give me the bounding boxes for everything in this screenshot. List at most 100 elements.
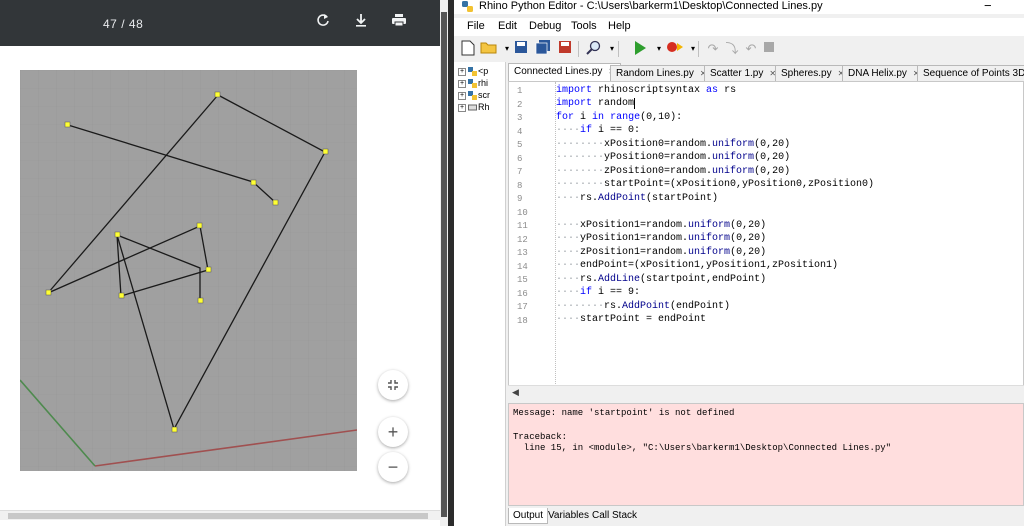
line-number: 4 [517,127,523,137]
stop-icon[interactable] [760,40,778,58]
minimize-button[interactable]: − [984,0,992,13]
toolbar: ▾ ▾ ▾ ▾ ↷ ⤵ ↶ [454,36,1024,62]
code-horizontal-scrollbar[interactable]: ◀ [508,385,1024,399]
error-message: Message: name 'startpoint' is not define… [513,408,735,418]
tree-item[interactable]: + Rh [458,102,490,114]
module-tree: + <p + rhi + scr + Rh [454,62,506,526]
run-icon[interactable] [631,40,649,58]
rotate-icon[interactable] [312,12,334,34]
new-file-icon[interactable] [459,40,477,58]
expand-icon[interactable]: + [458,103,466,112]
menu-help[interactable]: Help [608,20,631,32]
python-logo-icon [468,67,477,77]
code-line: ····xPosition1=random.uniform(0,20) [556,220,767,231]
zoom-out-icon: − [387,457,399,477]
tab-connected-lines[interactable]: Connected Lines.py✕ [508,63,622,81]
code-line: ····zPosition1=random.uniform(0,20) [556,247,767,258]
download-icon[interactable] [350,12,372,34]
tree-item[interactable]: + scr [458,90,490,102]
code-line: for i in range(0,10): [556,112,683,123]
fit-page-icon [387,375,399,395]
tab-output[interactable]: Output [508,508,549,524]
tab-spheres[interactable]: Spheres.py ✕ [775,65,851,81]
save-all-icon[interactable] [534,40,552,58]
zoom-out-button[interactable]: − [378,452,408,482]
fit-page-button[interactable] [378,370,408,400]
toolbar-separator [698,41,699,57]
tree-item[interactable]: + rhi [458,78,488,90]
menu-bar: File Edit Debug Tools Help [454,18,1024,36]
python-logo-icon [468,91,477,101]
traceback-line: line 15, in <module>, "C:\Users\barkerm1… [513,443,892,453]
tab-variables[interactable]: Variables [544,508,593,524]
step-over-icon[interactable]: ↷ [704,40,722,58]
code-editor[interactable]: 1 2 3 4 5 6 7 8 9 10 11 12 13 14 15 16 1… [508,81,1024,399]
expand-icon[interactable]: + [458,67,466,76]
page-total: 48 [128,17,144,31]
line-number: 17 [517,302,528,312]
menu-edit[interactable]: Edit [498,20,517,32]
save-as-icon[interactable] [556,40,574,58]
page-indicator: 47 / 48 [103,17,143,31]
tree-item-label: Rh [478,102,490,112]
tab-label: DNA Helix.py [848,68,907,79]
open-folder-icon[interactable] [480,40,498,58]
tab-label: Scatter 1.py [710,68,764,79]
code-line: ········startPoint=(xPosition0,yPosition… [556,179,875,190]
tab-label: Random Lines.py [616,68,694,79]
menu-tools[interactable]: Tools [571,20,597,32]
line-number: 7 [517,167,523,177]
line-number: 18 [517,316,528,326]
debug-icon[interactable] [664,40,683,58]
menu-file[interactable]: File [467,20,485,32]
tab-sequence-of-points-3d[interactable]: Sequence of Points 3D.py [917,65,1024,81]
page-separator: / [121,17,126,31]
horizontal-scroll-thumb[interactable] [8,513,428,519]
code-line: import random [556,98,636,109]
code-line: ····if i == 9: [556,287,641,298]
toolbar-separator [618,41,619,57]
tab-label: Sequence of Points 3D.py [923,68,1024,79]
line-number: 13 [517,248,528,258]
page-current[interactable]: 47 [103,17,117,31]
horizontal-scrollbar[interactable] [0,510,440,520]
line-number: 11 [517,221,528,231]
line-number: 2 [517,100,523,110]
expand-icon[interactable]: + [458,91,466,100]
line-number: 8 [517,181,523,191]
print-icon[interactable] [388,12,410,34]
code-line: ····yPosition1=random.uniform(0,20) [556,233,767,244]
line-number: 16 [517,289,528,299]
line-number-gutter: 1 2 3 4 5 6 7 8 9 10 11 12 13 14 15 16 1… [509,82,555,398]
title-bar: Rhino Python Editor - C:\Users\barkerm1\… [454,0,1024,14]
viewport-render [20,70,357,471]
tab-call-stack[interactable]: Call Stack [588,508,641,524]
tab-random-lines[interactable]: Random Lines.py✕ [610,65,713,81]
line-number: 10 [517,208,528,218]
window-title: Rhino Python Editor - C:\Users\barkerm1\… [479,0,823,12]
tree-item[interactable]: + <p [458,66,488,78]
expand-icon[interactable]: + [458,79,466,88]
file-tabs: Connected Lines.py✕ Random Lines.py✕ Sca… [508,63,1024,81]
code-line: ········rs.AddPoint(endPoint) [556,301,731,312]
step-into-icon[interactable]: ⤵ [723,40,741,58]
python-logo-icon [468,79,477,89]
line-number: 1 [517,86,523,96]
vertical-scrollbar[interactable] [440,0,448,526]
pdf-toolbar: 47 / 48 [0,0,440,46]
code-line: ····rs.AddPoint(startPoint) [556,193,719,204]
code-line: ····if i == 0: [556,125,641,136]
tree-item-label: scr [478,90,490,100]
code-line: ········yPosition0=random.uniform(0,20) [556,152,791,163]
zoom-in-button[interactable]: + [378,417,408,447]
vertical-scroll-thumb[interactable] [441,12,447,517]
menu-debug[interactable]: Debug [529,20,561,32]
tab-dna-helix[interactable]: DNA Helix.py✕ [842,65,926,81]
search-icon[interactable] [585,40,603,58]
debug-dropdown-arrow-icon[interactable]: ▾ [684,40,702,58]
save-icon[interactable] [512,40,530,58]
tab-label: Connected Lines.py [514,66,603,77]
tab-scatter-1[interactable]: Scatter 1.py ✕ [704,65,783,81]
step-out-icon[interactable]: ↶ [742,40,760,58]
scroll-left-icon[interactable]: ◀ [512,387,519,398]
